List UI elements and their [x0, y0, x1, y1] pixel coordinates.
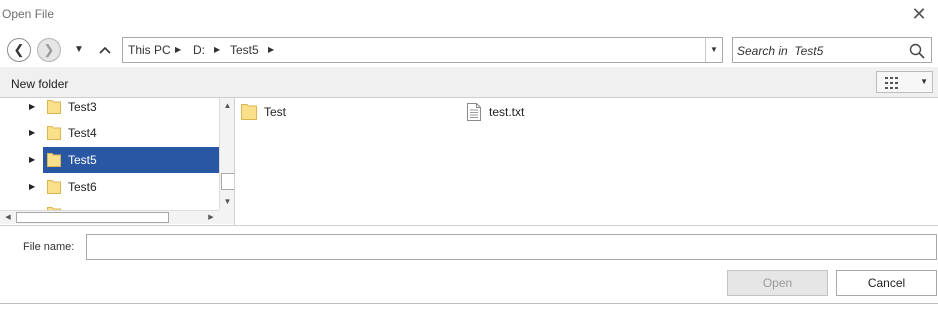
up-chevron-svg — [99, 46, 111, 54]
breadcrumb-drive[interactable]: D: — [193, 43, 205, 57]
window-title: Open File — [2, 7, 55, 21]
view-options-button[interactable]: ▼ — [876, 71, 933, 93]
expand-arrow-icon[interactable]: ▶ — [29, 182, 35, 191]
file-list: Test test.txt — [236, 98, 938, 226]
view-grid-icon — [885, 77, 898, 89]
breadcrumb-separator-icon[interactable]: ▶ — [214, 43, 220, 57]
tree-item-label: Test6 — [68, 180, 97, 194]
file-name-label: File name: — [23, 241, 75, 253]
expand-arrow-icon[interactable]: ▶ — [29, 102, 35, 111]
file-name: test.txt — [489, 105, 525, 119]
chevron-down-icon: ▼ — [920, 77, 928, 86]
bottom-divider — [0, 303, 938, 304]
search-input[interactable] — [737, 42, 902, 59]
back-button[interactable]: ❮ — [7, 38, 31, 62]
scrollbar-corner — [219, 210, 234, 224]
folder-icon — [47, 153, 61, 167]
breadcrumb-separator-icon[interactable]: ▶ — [268, 43, 274, 57]
command-bar: New folder ▼ — [0, 67, 938, 98]
recent-locations-dropdown[interactable]: ▼ — [70, 40, 88, 60]
scroll-left-icon[interactable]: ◀ — [2, 211, 14, 224]
title-bar: Open File ✕ — [0, 0, 938, 30]
breadcrumb-separator-icon[interactable]: ▶ — [175, 43, 181, 57]
tree-item-test3[interactable]: ▶ Test3 — [0, 98, 219, 120]
folder-icon — [47, 126, 61, 140]
vertical-scroll-thumb[interactable] — [221, 173, 234, 190]
tree-horizontal-scrollbar[interactable]: ◀ ▶ — [0, 210, 219, 224]
tree-vertical-scrollbar[interactable]: ▲ ▼ — [219, 98, 234, 211]
address-bar[interactable]: This PC ▶ D: ▶ Test5 ▶ ▼ — [122, 37, 723, 63]
search-box[interactable] — [732, 37, 932, 63]
chevron-up-icon — [99, 42, 111, 57]
tree-item-test6[interactable]: ▶ Test6 — [0, 174, 219, 200]
up-button[interactable] — [96, 40, 114, 60]
text-file-icon — [467, 103, 481, 121]
expand-arrow-icon[interactable]: ▶ — [29, 128, 35, 137]
tree-item-label: Test4 — [68, 126, 97, 140]
folder-icon — [47, 100, 61, 114]
chevron-down-icon: ▼ — [74, 44, 84, 55]
folder-tree: ▶ Test3 ▶ Test4 ▶ Test5 ▶ Test6 ▲ ▼ ◀ ▶ — [0, 98, 235, 226]
file-name-input[interactable] — [86, 234, 937, 260]
expand-arrow-icon[interactable]: ▶ — [29, 155, 35, 164]
forward-arrow-icon: ❯ — [43, 42, 55, 57]
close-icon[interactable]: ✕ — [908, 3, 930, 25]
scroll-up-icon[interactable]: ▲ — [220, 98, 234, 114]
scroll-down-icon[interactable]: ▼ — [220, 194, 234, 210]
open-button[interactable]: Open — [727, 270, 828, 296]
tree-item-test4[interactable]: ▶ Test4 — [0, 120, 219, 146]
breadcrumb-this-pc[interactable]: This PC — [128, 43, 171, 57]
folder-icon — [241, 104, 257, 120]
tree-item-label: Test3 — [68, 100, 97, 114]
back-arrow-icon: ❮ — [13, 42, 25, 57]
forward-button[interactable]: ❯ — [37, 38, 61, 62]
cancel-button[interactable]: Cancel — [836, 270, 937, 296]
horizontal-scroll-thumb[interactable] — [16, 212, 169, 223]
file-name: Test — [264, 105, 287, 119]
navigation-bar: ❮ ❯ ▼ This PC ▶ D: ▶ Test5 ▶ ▼ — [0, 35, 938, 65]
chevron-down-icon: ▼ — [710, 45, 718, 54]
folder-icon — [47, 180, 61, 194]
tree-item-test5[interactable]: ▶ Test5 — [0, 147, 219, 173]
scroll-right-icon[interactable]: ▶ — [205, 211, 217, 224]
search-icon[interactable] — [909, 43, 925, 59]
address-dropdown-button[interactable]: ▼ — [705, 38, 722, 62]
tree-item-label: Test5 — [68, 153, 97, 167]
new-folder-button[interactable]: New folder — [11, 77, 68, 91]
breadcrumb-folder[interactable]: Test5 — [230, 43, 259, 57]
pane-divider — [0, 225, 938, 226]
